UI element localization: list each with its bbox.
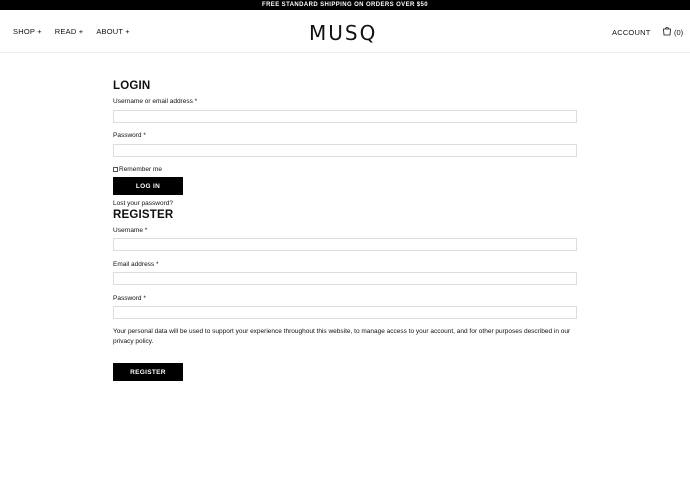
login-password-input[interactable] xyxy=(113,144,577,157)
register-email-label: Email address * xyxy=(113,261,159,268)
login-title: LOGIN xyxy=(113,80,151,92)
remember-label: Remember me xyxy=(119,166,162,173)
register-username-input[interactable] xyxy=(113,238,577,251)
shipping-banner: FREE STANDARD SHIPPING ON ORDERS OVER $5… xyxy=(0,0,690,10)
cart-count: (0) xyxy=(674,27,684,37)
cart-link[interactable]: (0) xyxy=(662,26,683,38)
nav-about[interactable]: ABOUT + xyxy=(96,27,130,36)
nav-read[interactable]: READ + xyxy=(55,27,84,36)
register-password-input[interactable] xyxy=(113,306,577,319)
account-link[interactable]: ACCOUNT xyxy=(612,28,650,37)
shopping-bag-icon xyxy=(662,26,672,38)
main-nav: SHOP + READ + ABOUT + xyxy=(13,27,130,36)
lost-password-link[interactable]: Lost your password? xyxy=(113,200,173,207)
register-title: REGISTER xyxy=(113,209,174,221)
login-username-label: Username or email address * xyxy=(113,98,198,105)
register-password-label: Password * xyxy=(113,295,146,302)
login-button[interactable]: LOG IN xyxy=(113,177,183,195)
login-username-input[interactable] xyxy=(113,110,577,123)
site-header: SHOP + READ + ABOUT + MUSQ ACCOUNT (0) xyxy=(0,10,690,53)
remember-checkbox[interactable] xyxy=(113,167,118,172)
login-password-label: Password * xyxy=(113,132,146,139)
register-username-label: Username * xyxy=(113,227,148,234)
register-button[interactable]: REGISTER xyxy=(113,363,183,381)
logo[interactable]: MUSQ xyxy=(309,21,377,45)
remember-me[interactable]: Remember me xyxy=(113,166,162,173)
privacy-notice: Your personal data will be used to suppo… xyxy=(113,328,571,345)
nav-shop[interactable]: SHOP + xyxy=(13,27,42,36)
register-email-input[interactable] xyxy=(113,272,577,285)
